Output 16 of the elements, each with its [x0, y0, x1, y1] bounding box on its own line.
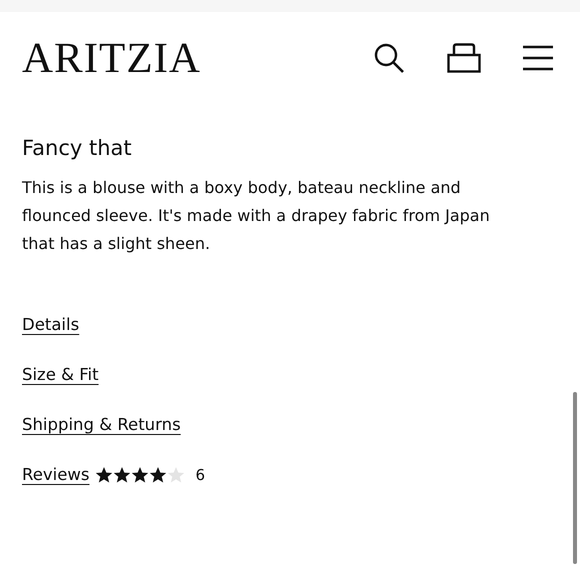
- star-icon: [131, 466, 150, 484]
- star-icon: [167, 466, 186, 484]
- section-link[interactable]: Size & Fit: [22, 364, 99, 386]
- star-icon: [149, 466, 168, 484]
- star-icon: [113, 466, 132, 484]
- bag-icon[interactable]: [447, 43, 481, 73]
- section-link[interactable]: Details: [22, 314, 80, 336]
- search-icon[interactable]: [373, 42, 405, 74]
- reviews-link[interactable]: Reviews: [22, 464, 90, 486]
- product-description: This is a blouse with a boxy body, bateau neckline and flounced sleeve. It's made with a drapey fabric from Japan that has a slight sheen.: [22, 177, 491, 255]
- star-icon: [95, 466, 114, 484]
- brand-logo[interactable]: ARITZIA: [22, 36, 201, 80]
- review-count: 6: [195, 466, 206, 484]
- product-heading: Fancy that: [22, 136, 133, 160]
- section-link[interactable]: Shipping & Returns: [22, 414, 181, 436]
- menu-icon[interactable]: [523, 45, 553, 71]
